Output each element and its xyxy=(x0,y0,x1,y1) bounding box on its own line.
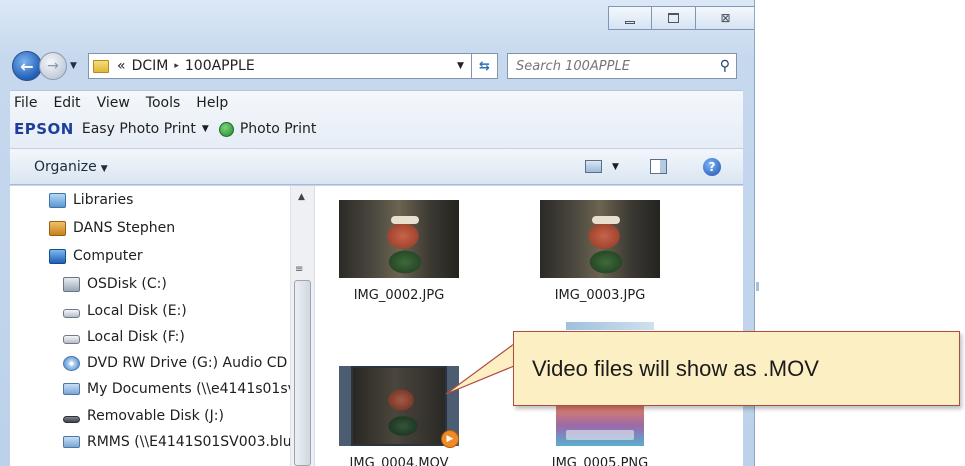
nav-item-local-disk-f[interactable]: Local Disk (F:) xyxy=(63,325,185,349)
nav-item-osdisk[interactable]: OSDisk (C:) xyxy=(63,272,167,296)
content-area: Libraries DANS Stephen Computer OSDisk (… xyxy=(10,186,743,466)
file-name: IMG_0005.PNG xyxy=(551,456,649,466)
recent-pages-dropdown[interactable]: ▼ xyxy=(70,61,84,71)
window-edge-mark xyxy=(756,282,759,291)
annotation-callout: Video files will show as .MOV xyxy=(513,331,960,406)
dvd-drive-icon xyxy=(63,355,80,371)
network-drive-icon xyxy=(63,436,80,448)
image-thumbnail-top-edge xyxy=(566,322,654,330)
close-icon: ⊠ xyxy=(720,11,731,25)
forward-arrow-icon: → xyxy=(47,58,59,74)
file-name: IMG_0003.JPG xyxy=(554,288,646,303)
dock-graphic xyxy=(566,430,634,440)
address-dropdown-icon[interactable]: ▼ xyxy=(457,61,471,71)
nav-item-computer[interactable]: Computer xyxy=(49,244,143,268)
callout-text: Video files will show as .MOV xyxy=(532,355,819,381)
maximize-button[interactable] xyxy=(652,6,696,30)
scrollbar-grip-icon: ≡ xyxy=(295,264,304,275)
nav-item-label: Computer xyxy=(73,248,143,264)
nav-item-dans-stephen[interactable]: DANS Stephen xyxy=(49,216,175,240)
help-icon[interactable]: ? xyxy=(703,158,721,176)
user-folder-icon xyxy=(49,220,66,236)
nav-item-libraries[interactable]: Libraries xyxy=(49,188,133,212)
views-icon xyxy=(585,160,602,173)
scroll-up-icon[interactable]: ▲ xyxy=(298,192,305,202)
nav-item-local-disk-e[interactable]: Local Disk (E:) xyxy=(63,299,187,323)
nav-item-rmms[interactable]: RMMS (\\E4141S01SV003.blue xyxy=(63,430,300,454)
menu-tools[interactable]: Tools xyxy=(146,95,181,111)
minimize-icon xyxy=(625,20,635,24)
search-box[interactable]: ⚲ xyxy=(507,53,737,79)
libraries-icon xyxy=(49,192,66,208)
nav-item-label: Removable Disk (J:) xyxy=(87,408,224,424)
menu-help[interactable]: Help xyxy=(196,95,228,111)
nav-item-label: Local Disk (F:) xyxy=(87,329,185,345)
breadcrumb-100apple[interactable]: 100APPLE xyxy=(185,58,255,74)
file-item[interactable]: IMG_0002.JPG xyxy=(314,200,484,303)
menu-file[interactable]: File xyxy=(14,95,37,111)
nav-item-removable-disk[interactable]: Removable Disk (J:) xyxy=(63,404,224,428)
nav-item-label: OSDisk (C:) xyxy=(87,276,167,292)
organize-dropdown-icon: ▼ xyxy=(100,163,108,174)
breadcrumb-separator-icon[interactable]: ▸ xyxy=(174,61,179,71)
search-icon[interactable]: ⚲ xyxy=(720,58,730,74)
back-button[interactable]: ← xyxy=(12,51,42,81)
refresh-icon: ⇆ xyxy=(479,58,490,74)
preview-pane-icon[interactable] xyxy=(650,159,667,174)
window-controls: ⊠ xyxy=(608,6,754,30)
local-disk-icon xyxy=(63,334,80,344)
nav-item-my-documents[interactable]: My Documents (\\e4141s01sv xyxy=(63,377,296,401)
file-name: IMG_0004.MOV xyxy=(349,456,449,466)
minimize-button[interactable] xyxy=(608,6,652,30)
file-name: IMG_0002.JPG xyxy=(353,288,445,303)
photo-print-button[interactable]: Photo Print xyxy=(240,121,317,137)
organize-button[interactable]: Organize ▼ xyxy=(34,159,108,175)
nav-item-label: My Documents (\\e4141s01sv xyxy=(87,381,296,397)
network-drive-icon xyxy=(63,383,80,395)
forward-button[interactable]: → xyxy=(39,52,67,80)
menu-bar: File Edit View Tools Help xyxy=(10,91,743,115)
os-disk-icon xyxy=(63,276,80,292)
command-bar: Organize ▼ ▼ ? xyxy=(10,148,743,185)
menu-edit[interactable]: Edit xyxy=(53,95,80,111)
navigation-row: ← → ▼ « DCIM ▸ 100APPLE ▼ ⇆ ⚲ xyxy=(12,50,742,82)
address-overflow[interactable]: « xyxy=(117,58,126,74)
nav-pane-scrollbar[interactable]: ▲ ≡ xyxy=(290,186,314,466)
nav-item-label: Local Disk (E:) xyxy=(87,303,187,319)
menu-view[interactable]: View xyxy=(97,95,130,111)
search-input[interactable] xyxy=(516,58,706,74)
removable-disk-icon xyxy=(63,415,80,423)
nav-item-label: DVD RW Drive (G:) Audio CD xyxy=(87,355,288,371)
play-icon: ▶ xyxy=(441,430,459,448)
file-list-pane: IMG_0002.JPG IMG_0003.JPG ▶ IMG_0004.MOV… xyxy=(316,186,743,466)
maximize-icon xyxy=(668,13,679,23)
close-button[interactable]: ⊠ xyxy=(696,6,754,30)
navigation-pane: Libraries DANS Stephen Computer OSDisk (… xyxy=(10,186,315,466)
nav-item-label: DANS Stephen xyxy=(73,220,176,236)
easy-photo-print-button[interactable]: Easy Photo Print xyxy=(82,121,196,137)
address-bar[interactable]: « DCIM ▸ 100APPLE ▼ xyxy=(88,53,472,79)
epson-toolbar: EPSON Easy Photo Print ▼ Photo Print xyxy=(10,115,743,143)
nav-item-dvd-drive[interactable]: DVD RW Drive (G:) Audio CD xyxy=(63,351,287,375)
video-frame xyxy=(353,368,445,444)
file-item[interactable]: IMG_0003.JPG xyxy=(515,200,685,303)
local-disk-icon xyxy=(63,308,80,318)
easy-photo-print-dropdown-icon[interactable]: ▼ xyxy=(202,124,209,134)
photo-print-icon[interactable] xyxy=(218,121,234,137)
scrollbar-thumb[interactable] xyxy=(294,280,311,466)
epson-logo: EPSON xyxy=(14,120,74,138)
nav-item-label: Libraries xyxy=(73,192,134,208)
nav-item-label: RMMS (\\E4141S01SV003.blue xyxy=(87,434,301,450)
breadcrumb-dcim[interactable]: DCIM xyxy=(132,58,169,74)
photo-thumbnail xyxy=(540,200,660,278)
refresh-button[interactable]: ⇆ xyxy=(472,53,498,79)
menu-area: File Edit View Tools Help EPSON Easy Pho… xyxy=(10,90,743,148)
photo-thumbnail xyxy=(339,200,459,278)
computer-icon xyxy=(49,248,66,264)
change-view-button[interactable]: ▼ xyxy=(585,160,619,173)
views-dropdown-icon[interactable]: ▼ xyxy=(612,162,619,172)
back-arrow-icon: ← xyxy=(20,56,34,76)
organize-label: Organize xyxy=(34,158,97,175)
folder-icon xyxy=(93,59,109,73)
